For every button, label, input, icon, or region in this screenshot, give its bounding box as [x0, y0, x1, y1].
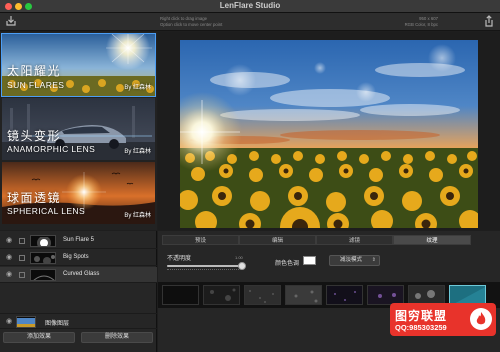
- layer-thumbnail: [30, 269, 56, 281]
- preset-sun-flares[interactable]: 太阳耀光 SUN FLARES By 红森林: [1, 33, 156, 97]
- eye-icon[interactable]: ◉: [5, 237, 13, 245]
- share-icon[interactable]: [482, 15, 496, 28]
- preset-author: By 红森林: [124, 213, 151, 219]
- preset-anamorphic-lens[interactable]: 镜头变形 ANAMORPHIC LENS By 红森林: [2, 98, 155, 160]
- texture-thumb-8[interactable]: [449, 285, 486, 305]
- layer-name: Curved Glass: [63, 271, 100, 277]
- drag-hint: Right click to drag image: [160, 16, 208, 21]
- layer-thumbnail: [30, 252, 56, 264]
- opacity-label: 不透明度: [167, 256, 192, 262]
- preset-spherical-lens[interactable]: 球面透镜 SPHERICAL LENS By 红森林: [2, 162, 155, 224]
- color-mode-info: RGB Color, 8 bpc: [404, 21, 438, 27]
- import-icon[interactable]: [4, 15, 18, 28]
- preset-title-zh: 球面透镜: [7, 191, 62, 205]
- title-bar: LenFlare Studio: [0, 0, 500, 13]
- layer-thumbnail: [30, 235, 56, 247]
- tab-texture[interactable]: 纹理: [393, 235, 471, 245]
- app-title: LenFlare Studio: [219, 1, 281, 10]
- add-effect-button[interactable]: 添加效果: [3, 332, 75, 343]
- preset-list: 太阳耀光 SUN FLARES By 红森林 镜头变形 ANAMORPHIC L…: [0, 32, 157, 230]
- opacity-value: 1.00: [235, 255, 243, 260]
- eye-icon[interactable]: ◉: [5, 318, 13, 326]
- texture-thumb-4[interactable]: [285, 285, 322, 305]
- preset-title-en: SPHERICAL LENS: [7, 206, 86, 216]
- sunflower-field-photo: [180, 40, 478, 228]
- background-thumbnail: [16, 316, 36, 328]
- preview-image[interactable]: [180, 40, 478, 228]
- tab-filter[interactable]: 滤镜: [316, 235, 393, 245]
- preset-title-en: ANAMORPHIC LENS: [7, 144, 96, 154]
- toolbar: Right click to drag image Option click t…: [0, 13, 500, 31]
- layer-panel: ◉ Sun Flare 5 ◉ Big Spots ◉ Curved Glass…: [0, 231, 157, 352]
- chevron-updown-icon: ⇕: [371, 257, 376, 263]
- texture-thumb-2[interactable]: [203, 285, 240, 305]
- tab-presets[interactable]: 预设: [162, 235, 239, 245]
- delete-effect-button[interactable]: 删除效果: [81, 332, 153, 343]
- image-size-info: 950 x 607: [419, 16, 438, 21]
- preset-author: By 红森林: [124, 149, 151, 155]
- lock-icon[interactable]: [19, 272, 25, 278]
- lock-icon[interactable]: [19, 255, 25, 261]
- watermark-badge: 图穷联盟 QQ:985303259: [390, 303, 496, 336]
- preset-title-zh: 太阳耀光: [7, 64, 62, 78]
- watermark-title: 图穷联盟: [395, 309, 448, 323]
- color-tint-label: 颜色色调: [275, 261, 300, 267]
- tab-edit[interactable]: 编辑: [239, 235, 316, 245]
- layer-row-sun-flare-5[interactable]: ◉ Sun Flare 5: [0, 233, 157, 249]
- texture-thumb-7[interactable]: [408, 285, 445, 305]
- opacity-slider-thumb[interactable]: [238, 262, 246, 270]
- background-layer-name: 图像图层: [45, 321, 70, 327]
- texture-thumb-1[interactable]: [162, 285, 199, 305]
- blend-mode-select[interactable]: 减淡模式 ⇕: [329, 255, 380, 266]
- layer-name: Sun Flare 5: [63, 237, 95, 243]
- texture-thumb-3[interactable]: [244, 285, 281, 305]
- slider-ticks: [167, 269, 239, 272]
- layer-row-curved-glass[interactable]: ◉ Curved Glass: [0, 267, 157, 283]
- background-layer-row[interactable]: ◉ 图像图层: [0, 313, 157, 329]
- flame-logo-icon: [470, 308, 492, 330]
- eye-icon[interactable]: ◉: [5, 254, 13, 262]
- opacity-slider-fill: [167, 265, 239, 267]
- texture-thumb-6[interactable]: [367, 285, 404, 305]
- preset-title-zh: 镜头变形: [7, 129, 62, 143]
- preset-title-en: SUN FLARES: [7, 80, 65, 90]
- lock-icon[interactable]: [19, 238, 25, 244]
- layer-row-big-spots[interactable]: ◉ Big Spots: [0, 250, 157, 266]
- color-tint-swatch[interactable]: [303, 256, 316, 265]
- center-hint: Option click to move center point: [160, 21, 223, 27]
- opacity-slider-track[interactable]: [167, 265, 239, 267]
- blend-mode-value: 减淡模式: [340, 257, 363, 263]
- preview-area: [158, 32, 500, 230]
- tab-bar: 预设 编辑 滤镜 纹理: [158, 235, 500, 245]
- texture-thumb-5[interactable]: [326, 285, 363, 305]
- layer-name: Big Spots: [63, 254, 89, 260]
- preset-author: By 红森林: [124, 85, 151, 91]
- eye-icon[interactable]: ◉: [5, 271, 13, 279]
- watermark-qq: QQ:985303259: [395, 323, 447, 332]
